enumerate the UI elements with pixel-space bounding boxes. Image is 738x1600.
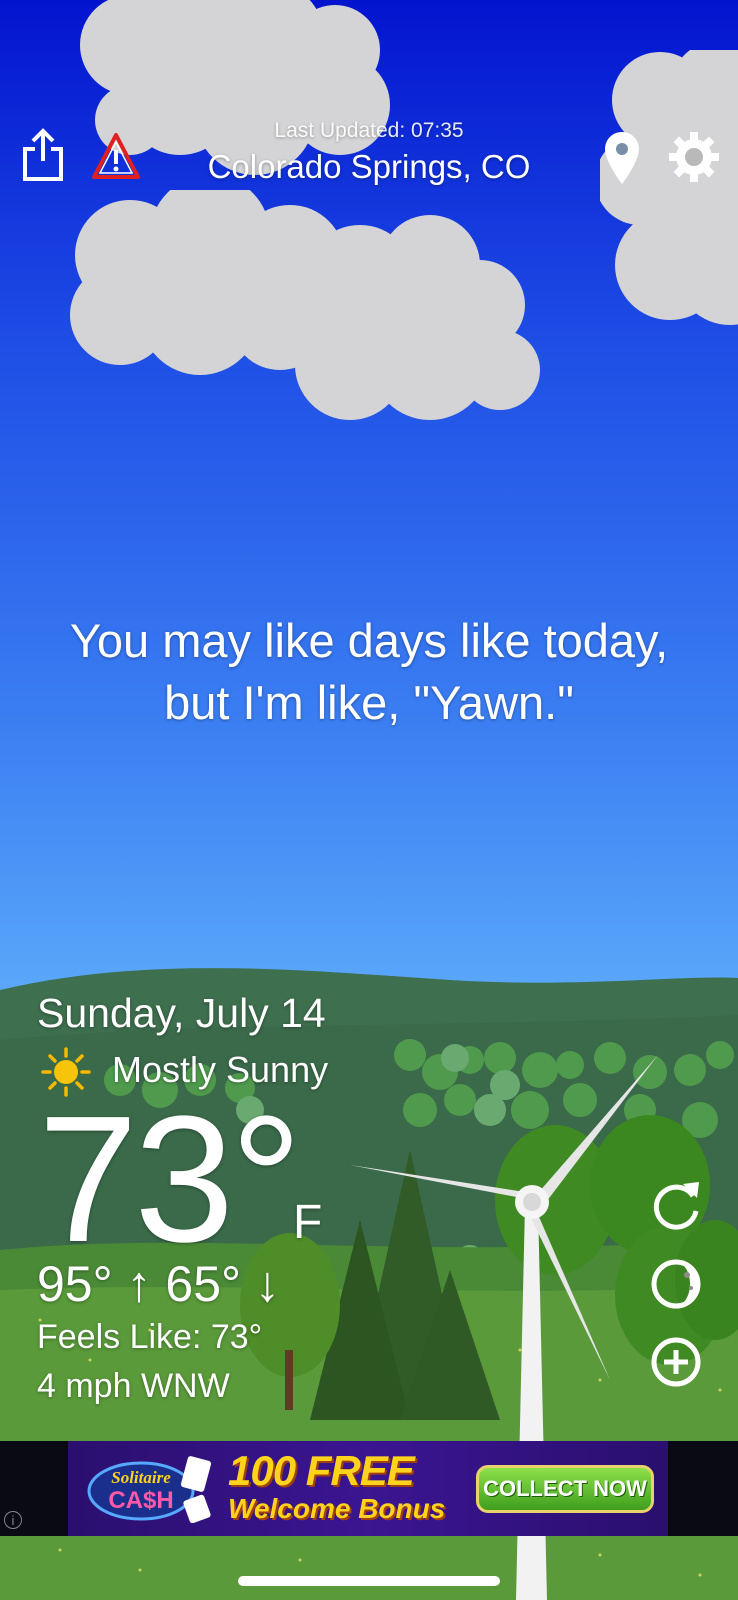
ad-banner[interactable]: Solitaire CA$H 100 FREE Welcome Bonus CO…: [0, 1441, 738, 1536]
add-button[interactable]: [647, 1333, 705, 1391]
cloud-right: [600, 50, 738, 325]
weather-screen: Last Updated: 07:35 Colorado Springs, CO…: [0, 0, 738, 1600]
location-pin-icon: [605, 132, 639, 184]
ad-creative[interactable]: Solitaire CA$H 100 FREE Welcome Bonus CO…: [68, 1441, 668, 1536]
svg-text:Solitaire: Solitaire: [111, 1468, 171, 1487]
snarky-quote: You may like days like today, but I'm li…: [30, 610, 708, 734]
high-low-temperature: 95° ↑ 65° ↓: [37, 1256, 280, 1312]
ad-collect-button[interactable]: COLLECT NOW: [476, 1465, 654, 1513]
home-indicator[interactable]: [238, 1576, 500, 1586]
ad-logo: Solitaire CA$H: [86, 1453, 216, 1524]
ad-subline: Welcome Bonus: [228, 1493, 446, 1524]
wind-text: 4 mph WNW: [37, 1367, 230, 1405]
quote-line-2: but I'm like, "Yawn.": [164, 676, 574, 729]
temperature-unit[interactable]: F: [293, 1195, 322, 1250]
ad-info-icon[interactable]: i: [4, 1511, 22, 1529]
current-temperature: 73°: [38, 1079, 302, 1280]
svg-text:CA$H: CA$H: [108, 1487, 173, 1514]
refresh-icon: [653, 1184, 699, 1230]
forecast-date: Sunday, July 14: [37, 990, 326, 1036]
quote-line-1: You may like days like today,: [69, 614, 669, 667]
settings-button[interactable]: [665, 128, 723, 186]
location-button[interactable]: [598, 128, 646, 188]
refresh-button[interactable]: [647, 1176, 705, 1234]
ad-headline: 100 FREE: [228, 1447, 415, 1494]
cloud-middle: [70, 190, 540, 420]
feels-like-text: Feels Like: 73°: [37, 1318, 263, 1356]
moon-phase-button[interactable]: [647, 1255, 705, 1313]
settings-gear-icon: [669, 132, 719, 182]
